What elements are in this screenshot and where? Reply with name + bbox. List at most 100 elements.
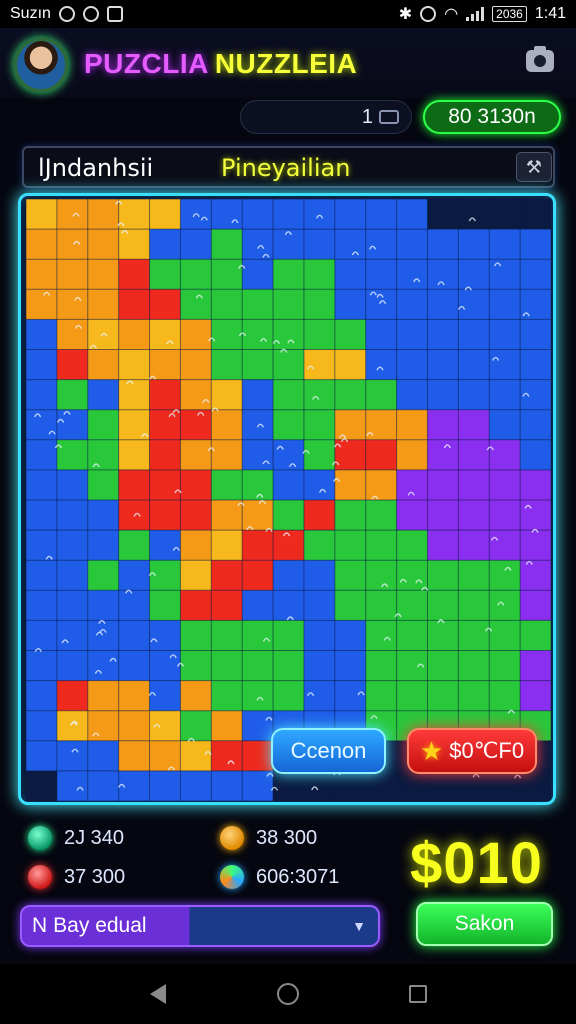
puzzle-tile[interactable] bbox=[489, 590, 521, 621]
puzzle-tile[interactable] bbox=[334, 409, 366, 441]
puzzle-tile[interactable] bbox=[211, 229, 243, 260]
puzzle-tile[interactable] bbox=[489, 620, 521, 651]
puzzle-tile[interactable] bbox=[273, 319, 305, 350]
puzzle-tile[interactable] bbox=[242, 740, 274, 772]
puzzle-tile[interactable] bbox=[273, 199, 305, 230]
money-pill[interactable]: 80 3130n bbox=[423, 100, 561, 134]
puzzle-tile[interactable] bbox=[180, 590, 212, 621]
puzzle-tile[interactable] bbox=[149, 439, 181, 471]
puzzle-tile[interactable] bbox=[365, 259, 397, 290]
player-avatar[interactable] bbox=[14, 38, 68, 92]
puzzle-tile[interactable] bbox=[149, 560, 181, 591]
puzzle-tile[interactable] bbox=[56, 770, 89, 801]
puzzle-tile[interactable] bbox=[458, 319, 490, 350]
puzzle-tile[interactable] bbox=[334, 560, 366, 591]
puzzle-tile[interactable] bbox=[149, 530, 181, 561]
puzzle-tile[interactable] bbox=[489, 229, 521, 260]
puzzle-tile[interactable] bbox=[396, 530, 428, 561]
puzzle-tile[interactable] bbox=[334, 530, 366, 561]
puzzle-tile[interactable] bbox=[520, 439, 551, 471]
puzzle-tile[interactable] bbox=[211, 740, 243, 772]
puzzle-tile[interactable] bbox=[87, 259, 119, 290]
puzzle-tile[interactable] bbox=[26, 319, 58, 350]
puzzle-tile[interactable] bbox=[334, 590, 366, 621]
puzzle-tile[interactable] bbox=[180, 379, 212, 410]
puzzle-tile[interactable] bbox=[303, 379, 336, 410]
puzzle-tile[interactable] bbox=[242, 500, 274, 531]
puzzle-tile[interactable] bbox=[273, 770, 305, 801]
puzzle-tile[interactable] bbox=[458, 650, 490, 681]
puzzle-tile[interactable] bbox=[520, 259, 551, 290]
puzzle-tile[interactable] bbox=[118, 680, 150, 711]
puzzle-tile[interactable] bbox=[242, 349, 274, 380]
puzzle-tile[interactable] bbox=[365, 590, 397, 621]
puzzle-tile[interactable] bbox=[242, 409, 274, 441]
puzzle-tile[interactable] bbox=[427, 229, 459, 260]
puzzle-tile[interactable] bbox=[489, 289, 521, 320]
puzzle-tile[interactable] bbox=[365, 650, 397, 681]
puzzle-tile[interactable] bbox=[458, 199, 490, 230]
puzzle-tile[interactable] bbox=[242, 199, 274, 230]
puzzle-tile[interactable] bbox=[56, 289, 89, 320]
puzzle-tile[interactable] bbox=[520, 229, 551, 260]
puzzle-tile[interactable] bbox=[211, 439, 243, 471]
puzzle-tile[interactable] bbox=[396, 349, 428, 380]
puzzle-tile[interactable] bbox=[118, 349, 150, 380]
puzzle-tile[interactable] bbox=[118, 229, 150, 260]
puzzle-tile[interactable] bbox=[242, 319, 274, 350]
puzzle-tile[interactable] bbox=[273, 469, 305, 501]
mode-select[interactable]: N Bay edual ▼ bbox=[20, 905, 380, 947]
puzzle-tile[interactable] bbox=[118, 710, 150, 742]
puzzle-tile[interactable] bbox=[211, 590, 243, 621]
puzzle-tile[interactable] bbox=[458, 349, 490, 380]
puzzle-tile[interactable] bbox=[26, 590, 58, 621]
puzzle-tile[interactable] bbox=[242, 710, 274, 742]
puzzle-tile[interactable] bbox=[87, 620, 119, 651]
puzzle-tile[interactable] bbox=[242, 680, 274, 711]
puzzle-tile[interactable] bbox=[365, 199, 397, 230]
puzzle-tile[interactable] bbox=[427, 259, 459, 290]
puzzle-tile[interactable] bbox=[396, 319, 428, 350]
puzzle-tile[interactable] bbox=[56, 259, 89, 290]
puzzle-tile[interactable] bbox=[87, 469, 119, 501]
puzzle-tile[interactable] bbox=[489, 560, 521, 591]
puzzle-tile[interactable] bbox=[149, 680, 181, 711]
puzzle-tile[interactable] bbox=[427, 620, 459, 651]
puzzle-tile[interactable] bbox=[26, 199, 58, 230]
puzzle-tile[interactable] bbox=[303, 680, 336, 711]
puzzle-tile[interactable] bbox=[273, 289, 305, 320]
puzzle-tile[interactable] bbox=[26, 530, 58, 561]
puzzle-tile[interactable] bbox=[242, 560, 274, 591]
recent-apps-icon[interactable] bbox=[409, 985, 427, 1003]
puzzle-tile[interactable] bbox=[56, 710, 89, 742]
puzzle-tile[interactable] bbox=[26, 469, 58, 501]
puzzle-tile[interactable] bbox=[26, 680, 58, 711]
puzzle-tile[interactable] bbox=[149, 319, 181, 350]
puzzle-tile[interactable] bbox=[458, 439, 490, 471]
puzzle-tile[interactable] bbox=[458, 259, 490, 290]
puzzle-tile[interactable] bbox=[396, 379, 428, 410]
puzzle-tile[interactable] bbox=[56, 349, 89, 380]
puzzle-tile[interactable] bbox=[520, 289, 551, 320]
puzzle-tile[interactable] bbox=[396, 680, 428, 711]
puzzle-tile[interactable] bbox=[520, 199, 551, 230]
puzzle-tile[interactable] bbox=[489, 500, 521, 531]
puzzle-tile[interactable] bbox=[211, 259, 243, 290]
puzzle-tile[interactable] bbox=[180, 229, 212, 260]
puzzle-tile[interactable] bbox=[118, 590, 150, 621]
puzzle-tile[interactable] bbox=[489, 530, 521, 561]
puzzle-tile[interactable] bbox=[180, 469, 212, 501]
puzzle-tile[interactable] bbox=[427, 379, 459, 410]
puzzle-tile[interactable] bbox=[87, 500, 119, 531]
puzzle-tile[interactable] bbox=[149, 620, 181, 651]
puzzle-tile[interactable] bbox=[334, 439, 366, 471]
puzzle-tile[interactable] bbox=[303, 620, 336, 651]
puzzle-tile[interactable] bbox=[520, 530, 551, 561]
puzzle-tile[interactable] bbox=[87, 349, 119, 380]
puzzle-tile[interactable] bbox=[334, 770, 366, 801]
puzzle-tile[interactable] bbox=[211, 710, 243, 742]
puzzle-tile[interactable] bbox=[458, 680, 490, 711]
puzzle-tile[interactable] bbox=[26, 770, 58, 801]
puzzle-tile[interactable] bbox=[180, 620, 212, 651]
puzzle-tile[interactable] bbox=[396, 289, 428, 320]
